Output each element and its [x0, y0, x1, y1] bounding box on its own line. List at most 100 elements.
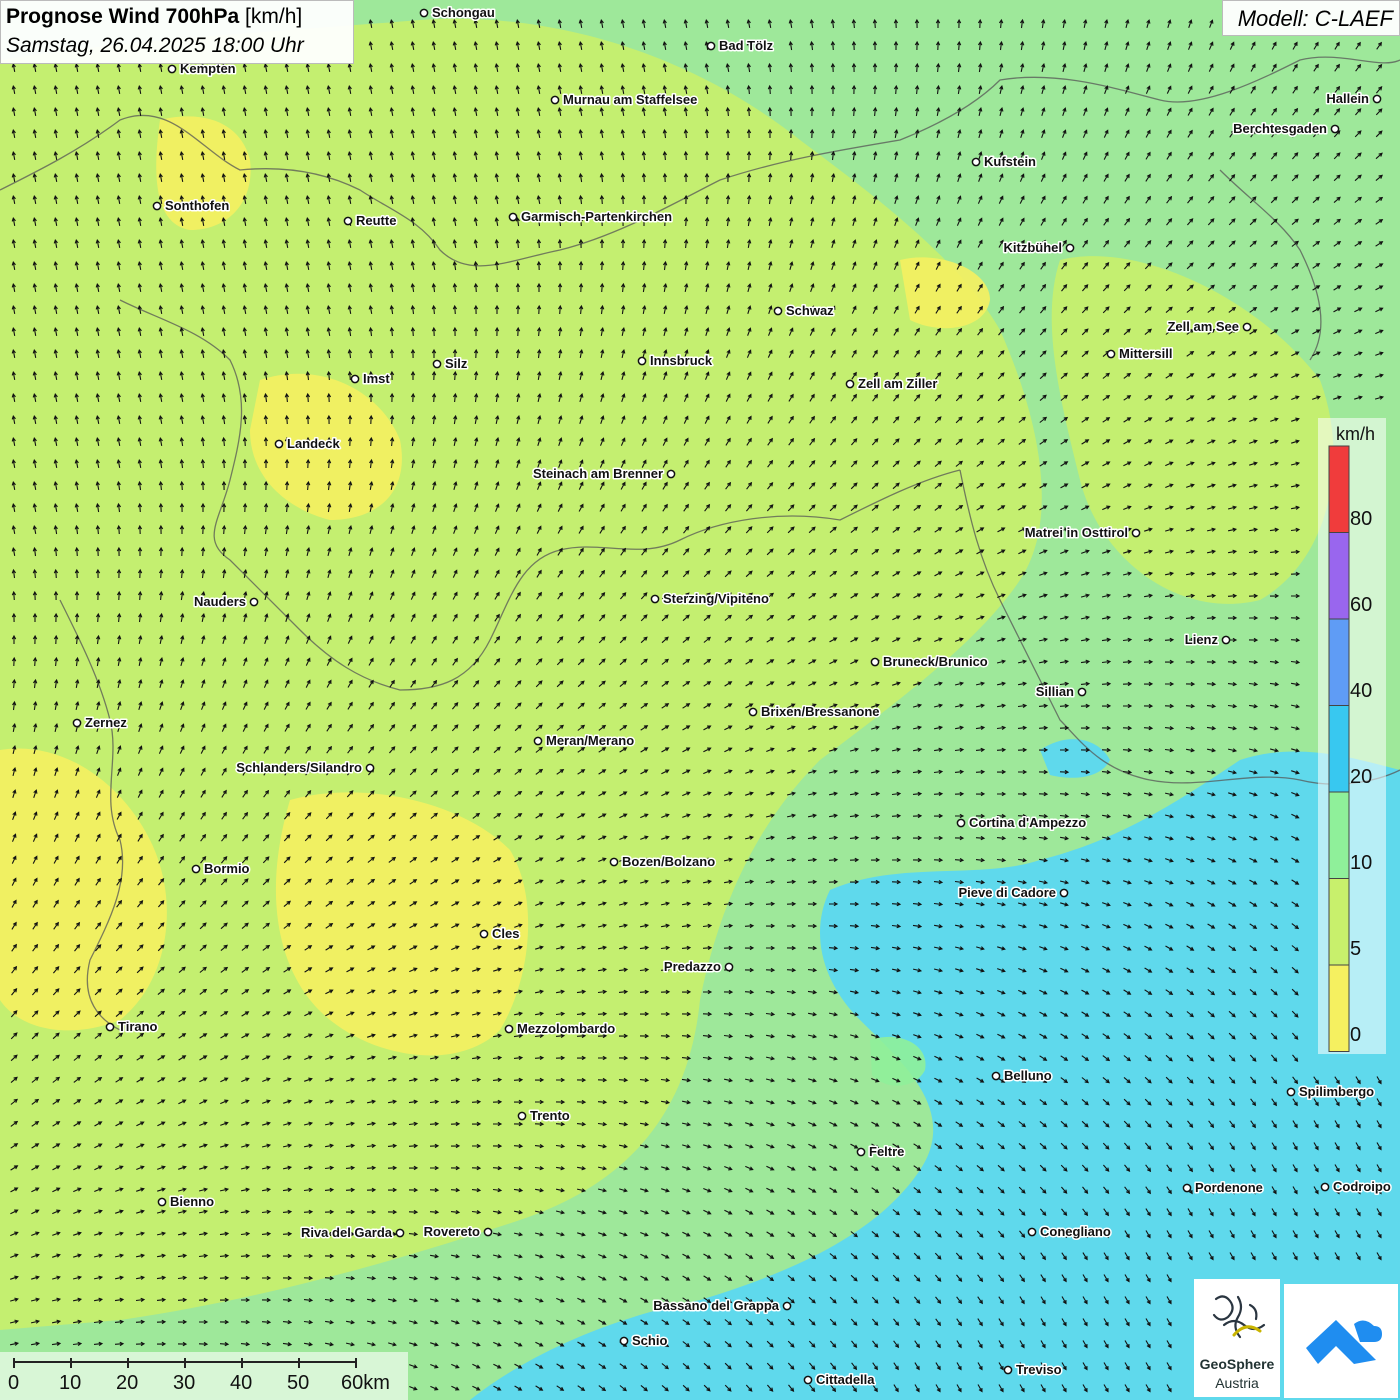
weather-app-logo[interactable] — [1284, 1284, 1398, 1398]
city-dot-icon — [504, 1024, 514, 1034]
city-label: Zernez — [85, 715, 127, 730]
city-dot-icon — [479, 929, 489, 939]
city-bruneck-brunico: Bruneck/Brunico — [870, 653, 989, 671]
legend-swatch-60 — [1328, 532, 1350, 620]
city-dot-icon — [1242, 322, 1252, 332]
city-dot-icon — [1106, 349, 1116, 359]
color-legend: km/h 80 60 40 20 10 5 0 — [1318, 418, 1386, 1054]
geosphere-logo[interactable]: GeoSphere Austria — [1194, 1279, 1280, 1397]
scale-label-0: 0 — [8, 1372, 20, 1394]
city-label: Pieve di Cadore — [958, 885, 1056, 900]
city-dot-icon — [550, 95, 560, 105]
scale-label-40: 40 — [230, 1372, 253, 1394]
city-dot-icon — [395, 1228, 405, 1238]
wind-map: SchongauBad TölzKemptenMurnau am Staffel… — [0, 0, 1400, 1400]
city-dot-icon — [72, 718, 82, 728]
legend-swatch-5 — [1328, 878, 1350, 966]
city-dot-icon — [157, 1197, 167, 1207]
city-dot-icon — [971, 157, 981, 167]
city-meran-merano: Meran/Merano — [533, 732, 636, 750]
map-title: Prognose Wind 700hPa [km/h] — [6, 5, 302, 29]
title-panel: Prognose Wind 700hPa [km/h] Samstag, 26.… — [0, 0, 354, 64]
city-dot-icon — [105, 1022, 115, 1032]
city-dot-icon — [508, 212, 518, 222]
city-dot-icon — [650, 594, 660, 604]
city-label: Kitzbühel — [1004, 240, 1063, 255]
geosphere-swirl-icon — [1212, 1295, 1266, 1339]
city-dot-icon — [1027, 1227, 1037, 1237]
map-title-unit: [km/h] — [245, 5, 303, 28]
city-label: Garmisch-Partenkirchen — [521, 209, 672, 224]
city-label: Spilimbergo — [1299, 1084, 1374, 1099]
city-label: Bruneck/Brunico — [883, 654, 988, 669]
city-dot-icon — [870, 657, 880, 667]
city-steinach-am-brenner: Steinach am Brenner — [531, 465, 676, 483]
city-dot-icon — [1065, 243, 1075, 253]
legend-swatch-40 — [1328, 618, 1350, 706]
city-label: Meran/Merano — [546, 733, 634, 748]
city-label: Schwaz — [786, 303, 834, 318]
city-label: Brixen/Bressanone — [761, 704, 880, 719]
city-label: Sillian — [1036, 684, 1074, 699]
city-dot-icon — [191, 864, 201, 874]
city-dot-icon — [782, 1301, 792, 1311]
city-label: Hallein — [1326, 91, 1369, 106]
city-cittadella: Cittadella — [803, 1371, 877, 1389]
city-mezzolombardo: Mezzolombardo — [504, 1020, 617, 1038]
geosphere-sub: Austria — [1215, 1375, 1259, 1391]
city-cortina-d-ampezzo: Cortina d'Ampezzo — [956, 814, 1088, 832]
city-matrei-in-osttirol: Matrei in Osttirol — [1023, 524, 1141, 542]
city-label: Riva del Garda — [301, 1225, 393, 1240]
scale-label-50: 50 — [287, 1372, 310, 1394]
city-label: Predazzo — [664, 959, 721, 974]
city-label: Nauders — [194, 594, 246, 609]
city-label: Murnau am Staffelsee — [563, 92, 697, 107]
city-label: Schlanders/Silandro — [236, 760, 362, 775]
model-panel: Modell: C-LAEF — [1222, 0, 1400, 36]
city-label: Cittadella — [816, 1372, 875, 1387]
city-label: Schongau — [432, 5, 495, 20]
scale-label-30: 30 — [173, 1372, 196, 1394]
city-label: Landeck — [287, 436, 341, 451]
legend-swatch-10 — [1328, 791, 1350, 879]
city-dot-icon — [748, 707, 758, 717]
scale-bar: 0 10 20 30 40 50 60km — [0, 1352, 408, 1400]
city-dot-icon — [167, 64, 177, 74]
mountain-cloud-icon — [1306, 1320, 1382, 1364]
legend-swatch-20 — [1328, 705, 1350, 793]
city-zell-am-see: Zell am See — [1166, 318, 1252, 336]
city-dot-icon — [533, 736, 543, 746]
city-murnau-am-staffelsee: Murnau am Staffelsee — [550, 91, 699, 109]
city-label: Mezzolombardo — [517, 1021, 615, 1036]
forecast-time: Samstag, 26.04.2025 18:00 Uhr — [6, 34, 304, 57]
city-zell-am-ziller: Zell am Ziller — [845, 375, 939, 393]
city-dot-icon — [432, 359, 442, 369]
city-label: Lienz — [1185, 632, 1219, 647]
city-label: Bormio — [204, 861, 250, 876]
city-label: Cortina d'Ampezzo — [969, 815, 1086, 830]
city-dot-icon — [365, 763, 375, 773]
city-label: Zell am See — [1167, 319, 1239, 334]
city-label: Kufstein — [984, 154, 1036, 169]
model-label: Modell: C-LAEF — [1237, 6, 1393, 31]
city-dot-icon — [1286, 1087, 1296, 1097]
city-dot-icon — [856, 1147, 866, 1157]
city-dot-icon — [803, 1375, 813, 1385]
city-label: Sterzing/Vipiteno — [663, 591, 769, 606]
city-riva-del-garda: Riva del Garda — [299, 1224, 405, 1242]
city-dot-icon — [152, 201, 162, 211]
city-label: Treviso — [1016, 1362, 1062, 1377]
legend-label-20: 20 — [1350, 766, 1373, 788]
city-dot-icon — [773, 306, 783, 316]
city-dot-icon — [1320, 1182, 1330, 1192]
city-label: Matrei in Osttirol — [1025, 525, 1128, 540]
city-dot-icon — [724, 962, 734, 972]
city-label: Bad Tölz — [719, 38, 774, 53]
city-sonthofen: Sonthofen — [152, 197, 231, 215]
city-dot-icon — [1182, 1183, 1192, 1193]
city-label: Steinach am Brenner — [533, 466, 663, 481]
city-dot-icon — [1330, 124, 1340, 134]
city-conegliano: Conegliano — [1027, 1223, 1112, 1241]
legend-label-80: 80 — [1350, 508, 1373, 530]
city-label: Innsbruck — [650, 353, 713, 368]
